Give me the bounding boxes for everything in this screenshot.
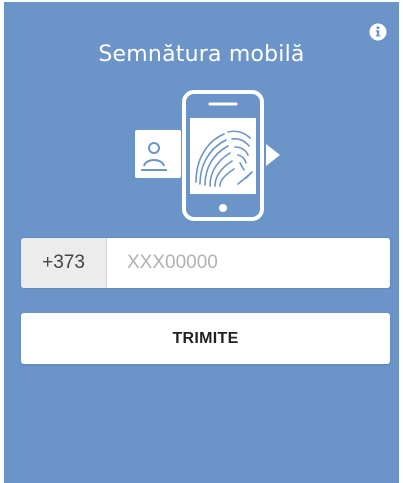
smartphone-icon [182,90,264,221]
submit-button[interactable]: TRIMITE [21,313,390,364]
info-circle-icon[interactable] [369,23,387,41]
play-arrow-icon [266,144,280,166]
phone-number-input[interactable] [107,238,390,288]
country-code-prefix: +373 [21,238,107,288]
page-title: Semnătura mobilă [98,42,305,67]
mobile-signature-illustration [135,90,280,221]
id-card-icon [135,130,181,178]
phone-number-group: +373 [21,238,390,288]
mobile-signature-panel: Semnătura mobilă +373 XXX00000 TRIMITE [4,2,399,483]
